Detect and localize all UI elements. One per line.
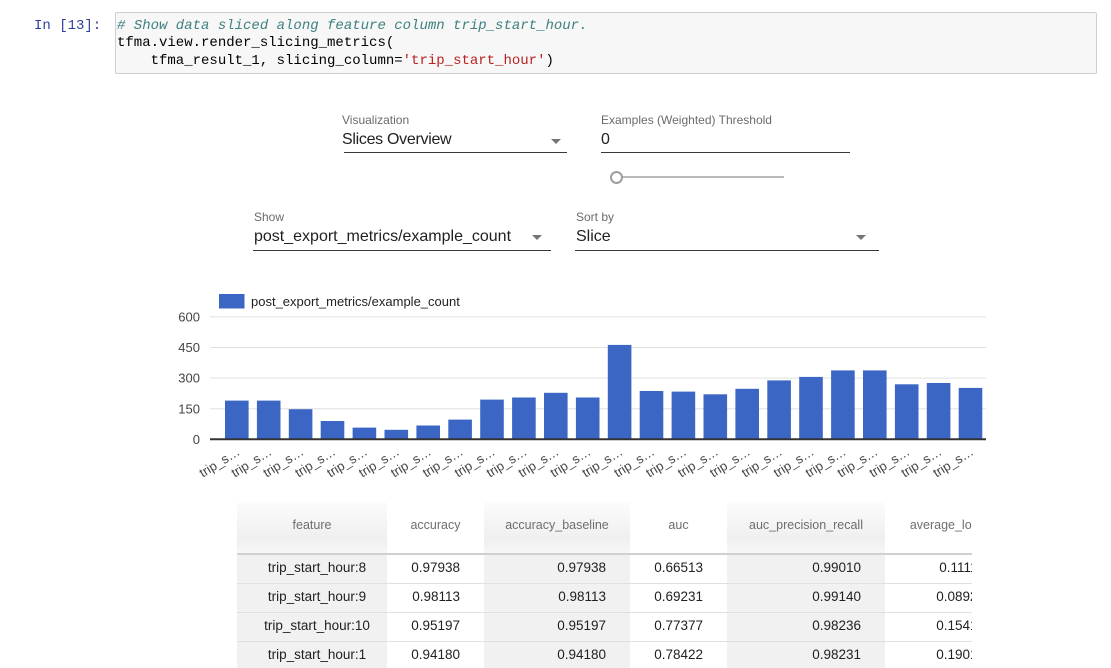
svg-text:450: 450 [178,340,200,355]
svg-text:150: 150 [178,401,200,416]
svg-text:300: 300 [178,371,200,386]
svg-text:0: 0 [193,432,200,447]
svg-text:600: 600 [178,309,200,324]
svg-text:post_export_metrics/example_co: post_export_metrics/example_count [251,294,460,309]
